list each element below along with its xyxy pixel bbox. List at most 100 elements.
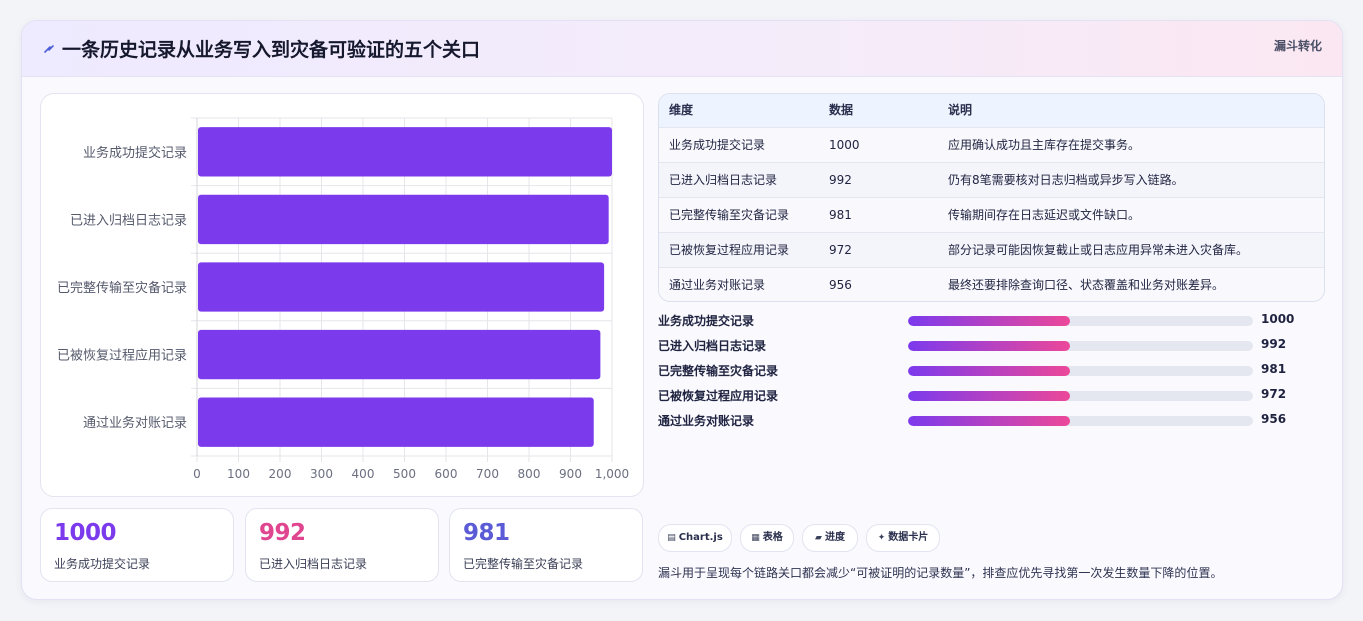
category-label: 已被恢复过程应用记录 [57,348,187,364]
bar [198,397,594,447]
dashboard-card: 一条历史记录从业务写入到灾备可验证的五个关口 漏斗转化 0 100 200 300 40… [21,20,1343,600]
table-cell: 已被恢复过程应用记录 [669,243,790,257]
table-row: 业务成功提交记录 1000 应用确认成功且主库存在提交事务。 [659,127,1324,163]
table-cell: 最终还要排除查询口径、状态覆盖和业务对账差异。 [948,278,1225,292]
x-tick-label: 500 [393,467,416,481]
bar [198,262,605,312]
stat-label: 业务成功提交记录 [54,557,151,571]
progress-track [908,341,1253,351]
table-header-row: 维度 数据 说明 [659,94,1324,127]
progress-track [908,391,1253,401]
progress-value: 972 [1261,387,1287,401]
chip-label: 表格 [762,532,783,543]
data-table: 维度 数据 说明 业务成功提交记录 1000 应用确认成功且主库存在提交事务。 … [658,93,1325,302]
table-cell: 已进入归档日志记录 [669,173,778,187]
x-tick-label: 1,000 [595,467,629,481]
stat-label: 已完整传输至灾备记录 [463,557,584,571]
x-tick-label: 600 [435,467,458,481]
table-cell: 仍有8笔需要核对日志归档或异步写入链路。 [948,173,1184,187]
stat-value: 992 [259,520,306,546]
x-tick-label: 700 [476,467,499,481]
progress-value: 1000 [1261,312,1295,326]
footnote-text: 漏斗用于呈现每个链路关口都会减少“可被证明的记录数量”，排查应优先寻找第一次发生… [658,566,1223,580]
progress-fill [908,341,1071,351]
table-icon: ▦ [751,533,760,543]
column-header: 说明 [948,103,973,117]
progress-icon: ▰ [815,533,822,543]
progress-fill [908,316,1071,326]
chip-chartjs[interactable]: ▤ Chart.js [658,524,732,552]
bar [198,194,609,245]
x-tick-label: 0 [193,467,201,481]
progress-item: 已被恢复过程应用记录 972 [658,386,1323,406]
sparkle-icon: ✦ [877,533,886,543]
stat-value: 981 [463,520,510,546]
stat-value: 1000 [54,520,117,546]
chip-progress[interactable]: ▰ 进度 [802,524,858,552]
table-row: 通过业务对账记录 956 最终还要排除查询口径、状态覆盖和业务对账差异。 [659,267,1324,301]
table-cell: 956 [829,278,852,292]
x-tick-label: 900 [559,467,582,481]
chip-data-card[interactable]: ✦ 数据卡片 [866,524,940,552]
table-cell: 992 [829,173,852,187]
progress-label: 已被恢复过程应用记录 [658,389,779,403]
stat-label: 已进入归档日志记录 [259,557,368,571]
progress-value: 956 [1261,412,1287,426]
bar [198,329,601,380]
progress-label: 通过业务对账记录 [658,414,755,428]
progress-track [908,366,1253,376]
table-cell: 部分记录可能因恢复截止或日志应用异常未进入灾备库。 [948,243,1249,257]
column-header: 维度 [669,103,694,117]
chip-label: 进度 [824,532,845,543]
table-cell: 1000 [829,138,860,152]
x-tick-label: 300 [310,467,333,481]
table-row: 已完整传输至灾备记录 981 传输期间存在日志延迟或文件缺口。 [659,197,1324,233]
category-label: 通过业务对账记录 [83,415,187,431]
progress-label: 已完整传输至灾备记录 [658,364,779,378]
column-header: 数据 [829,103,854,117]
chip-label: 数据卡片 [888,532,929,543]
table-row: 已进入归档日志记录 992 仍有8笔需要核对日志归档或异步写入链路。 [659,162,1324,198]
x-tick-label: 400 [352,467,375,481]
progress-item: 已进入归档日志记录 992 [658,336,1323,356]
table-cell: 业务成功提交记录 [669,138,766,152]
progress-value: 981 [1261,362,1287,376]
chart-type-tag: 漏斗转化 [1273,39,1322,53]
stat-card-2: 992 已进入归档日志记录 [245,508,439,582]
x-tick-label: 200 [269,467,292,481]
funnel-bar-chart: 0 100 200 300 400 500 600 700 800 900 1,000 业务成功提交记… [57,117,629,481]
progress-label: 业务成功提交记录 [658,314,755,328]
table-cell: 通过业务对账记录 [669,278,766,292]
progress-fill [908,366,1071,376]
chart-icon: ▤ [667,533,676,543]
progress-item: 已完整传输至灾备记录 981 [658,361,1323,381]
category-label: 已进入归档日志记录 [70,213,187,228]
bar [198,127,612,177]
lightning-icon [42,40,56,58]
progress-track [908,316,1253,326]
bar-chart-panel: 0 100 200 300 400 500 600 700 800 900 1,000 业务成功提交记… [40,93,644,497]
page-title: 一条历史记录从业务写入到灾备可验证的五个关口 [62,39,481,61]
table-cell: 已完整传输至灾备记录 [669,208,790,222]
x-tick-label: 800 [518,467,541,481]
progress-item: 业务成功提交记录 1000 [658,311,1323,331]
x-tick-label: 100 [227,467,250,481]
progress-item: 通过业务对账记录 956 [658,411,1323,431]
chip-label: Chart.js [678,532,723,543]
table-cell: 981 [829,208,852,222]
stat-card-3: 981 已完整传输至灾备记录 [449,508,643,582]
progress-fill [908,391,1071,401]
progress-fill [908,416,1071,426]
table-cell: 传输期间存在日志延迟或文件缺口。 [948,208,1141,222]
progress-label: 已进入归档日志记录 [658,339,767,353]
chip-table[interactable]: ▦ 表格 [740,524,794,552]
stat-card-1: 1000 业务成功提交记录 [40,508,234,582]
table-cell: 应用确认成功且主库存在提交事务。 [948,138,1141,152]
category-label: 业务成功提交记录 [83,145,187,161]
table-cell: 972 [829,243,852,257]
progress-track [908,416,1253,426]
card-header: 一条历史记录从业务写入到灾备可验证的五个关口 漏斗转化 [22,21,1342,77]
progress-value: 992 [1261,337,1287,351]
table-row: 已被恢复过程应用记录 972 部分记录可能因恢复截止或日志应用异常未进入灾备库。 [659,232,1324,268]
category-label: 已完整传输至灾备记录 [57,280,187,296]
